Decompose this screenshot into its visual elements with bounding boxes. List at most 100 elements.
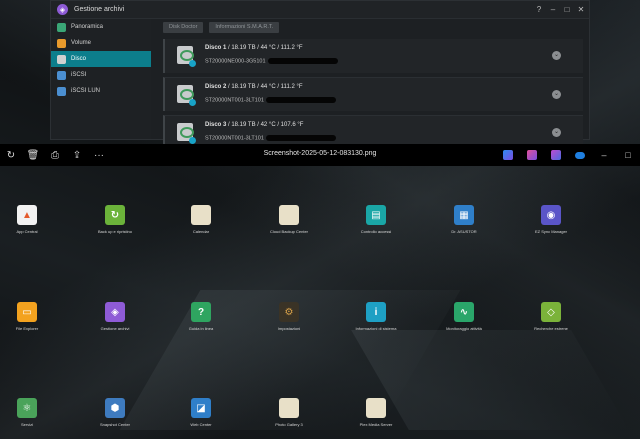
app-impostazioni[interactable]: ⚙ Impostazioni [254,302,324,331]
sidebar-item-iscsi[interactable]: iSCSI [51,67,151,83]
disk-name: Disco 1 [205,45,227,51]
disk-serial-text: ST20000NE000-3G5101 [205,58,268,65]
disk-serial: ST20000NT001-3LT101 [205,97,337,104]
app-icon: ▤ [366,205,386,225]
sidebar-item-disco[interactable]: Disco [51,51,151,67]
app-plex-media-server[interactable]: Plex Media Server [341,398,411,427]
app-icon [279,205,299,225]
disk-row[interactable]: Disco 2 / 18.19 TB / 44 °C / 111.2 °F ST2… [163,77,583,111]
disk-serial: ST20000NT001-3LT101 [205,135,337,142]
app-label: Plex Media Server [359,422,393,427]
expand-chevron-icon[interactable]: ⌄ [552,90,561,99]
app-icon: ⬢ [105,398,125,418]
app-servizi[interactable]: ⚛ Servizi [0,398,62,427]
rotate-icon[interactable]: ↻ [0,150,22,161]
app-icon [279,398,299,418]
app-ez-sync-manager[interactable]: ◉ EZ Sync Manager [516,205,586,234]
status-badge-icon [189,60,196,67]
expand-chevron-icon[interactable]: ⌄ [552,128,561,137]
tab-row: Disk Doctor Informazioni S.M.A.R.T. [163,22,583,33]
sidebar-item-iscsi-lun[interactable]: iSCSI LUN [51,83,151,99]
app-icon: ∿ [454,302,474,322]
disk-serial-text: ST20000NT001-3LT101 [205,97,266,104]
app-monitoraggio-attivit-[interactable]: ∿ Monitoraggio attività [429,302,499,331]
disk-specs: / 18.19 TB / 42 °C / 107.6 °F [226,122,304,128]
more-icon[interactable]: ··· [88,150,110,161]
onedrive-icon[interactable] [575,151,585,159]
minimize-button[interactable]: – [592,150,616,160]
sidebar-item-label: iSCSI LUN [71,88,101,94]
photo-viewer-toolbar: ↻ 🗑 ⎙ ⇪ ··· Screenshot-2025-05-12-083130.png… [0,144,640,166]
app-label: EZ Sync Manager [534,229,567,234]
app-calendar[interactable]: Calendar [166,205,236,234]
expand-chevron-icon[interactable]: ⌄ [552,51,561,60]
app-recherche-estrene[interactable]: ◇ Recherche estrene [516,302,586,331]
toolbar-right: – □ [496,144,640,166]
minimize-button[interactable]: – [547,4,559,16]
app-icon: i [366,302,386,322]
iscsi-icon [57,70,66,80]
disk-serial: ST20000NE000-3G5101 [205,58,339,65]
delete-icon[interactable]: 🗑 [22,150,44,161]
iscsi-lun-icon [57,86,66,96]
app-label: App Central [16,229,38,234]
maximize-button[interactable]: □ [616,150,640,160]
overview-icon [57,22,66,32]
app-photo-gallery-3[interactable]: Photo Gallery 3 [254,398,324,427]
app-back-up-e-ripristino[interactable]: ↻ Back up e ripristino [80,205,150,234]
sidebar-item-panoramica[interactable]: Panoramica [51,19,151,35]
app-label: Gestione archivi [100,326,130,331]
sidebar: Panoramica Volume Disco iSCSI iSCSI LUN [51,19,151,139]
share-icon[interactable]: ⇪ [66,150,88,161]
disk-specs: / 18.19 TB / 44 °C / 111.2 °F [226,45,303,51]
help-button[interactable]: ? [533,4,545,16]
clipchamp-icon[interactable] [527,150,537,160]
app-icon: ◈ [105,302,125,322]
app-icon: ? [191,302,211,322]
app-label: Guida in linea [188,326,214,331]
app-dr-asustor[interactable]: ▦ Dr. ASUSTOR [429,205,499,234]
app-label: Dr. ASUSTOR [451,229,477,234]
app-label: Controllo accessi [360,229,392,234]
status-badge-icon [189,137,196,144]
disk-panel: Disk Doctor Informazioni S.M.A.R.T. Disc… [163,19,583,149]
disk-row[interactable]: Disco 1 / 18.19 TB / 44 °C / 111.2 °F ST2… [163,39,583,73]
app-web-center[interactable]: ◪ Web Center [166,398,236,427]
maximize-button[interactable]: □ [561,4,573,16]
app-icon [366,398,386,418]
app-informazioni-di-sistema[interactable]: i Informazioni di sistema [341,302,411,331]
storage-manager-window: ◈ Gestione archivi ? – □ ✕ Panoramica Vol… [50,0,590,149]
photos-app-icon[interactable] [551,150,561,160]
disk-name: Disco 2 [205,84,227,90]
edit-app-icon[interactable] [503,150,513,160]
close-button[interactable]: ✕ [575,4,587,16]
sidebar-item-volume[interactable]: Volume [51,35,151,51]
app-gestione-archivi[interactable]: ◈ Gestione archivi [80,302,150,331]
app-snapshot-center[interactable]: ⬢ Snapshot Center [80,398,150,427]
redaction-mark [266,135,337,141]
app-file-explorer[interactable]: ▭ File Explorer [0,302,62,331]
sidebar-item-label: iSCSI [71,72,87,78]
disk-serial-text: ST20000NT001-3LT101 [205,135,266,142]
app-icon: ◉ [541,205,561,225]
app-label: Recherche estrene [534,326,568,331]
disk-doctor-button[interactable]: Disk Doctor [163,22,204,33]
print-icon[interactable]: ⎙ [44,150,66,161]
volume-icon [57,38,66,48]
app-icon: ⚛ [17,398,37,418]
app-icon: ◪ [191,398,211,418]
disk-title: Disco 1 / 18.19 TB / 44 °C / 111.2 °F [205,45,303,51]
app-icon: ↻ [105,205,125,225]
app-icon: ◇ [541,302,561,322]
redaction-mark [268,58,339,64]
app-label: Snapshot Center [99,422,131,427]
app-controllo-accessi[interactable]: ▤ Controllo accessi [341,205,411,234]
app-app-central[interactable]: ▲ App Central [0,205,62,234]
disk-specs: / 18.19 TB / 44 °C / 111.2 °F [226,84,303,90]
status-badge-icon [189,99,196,106]
app-guida-in-linea[interactable]: ? Guida in linea [166,302,236,331]
smart-info-button[interactable]: Informazioni S.M.A.R.T. [209,22,280,33]
app-cloud-backup-center[interactable]: Cloud Backup Center [254,205,324,234]
disk-title: Disco 2 / 18.19 TB / 44 °C / 111.2 °F [205,84,303,90]
sidebar-item-label: Disco [71,56,87,62]
